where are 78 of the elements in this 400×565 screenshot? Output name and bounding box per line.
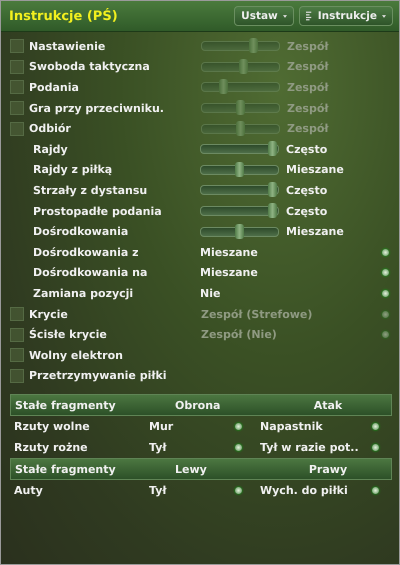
instruction-label: Swoboda taktyczna (29, 60, 151, 74)
caret-icon (282, 14, 287, 18)
instruction-label: Rajdy (33, 142, 69, 156)
column-header: Atak (312, 398, 344, 412)
slider-thumb[interactable] (268, 203, 277, 218)
checkbox[interactable] (10, 348, 24, 362)
slider-value: Często (286, 204, 328, 218)
slider[interactable] (200, 144, 279, 154)
slider-value: Zespół (287, 122, 328, 136)
instruction-label: Prostopadłe podania (33, 204, 163, 218)
slider-thumb[interactable] (234, 162, 244, 177)
dropdown-value[interactable]: Mieszane (200, 266, 382, 280)
dropdown-value[interactable]: Tył (149, 484, 235, 498)
slider[interactable] (200, 226, 279, 237)
dropdown-value[interactable]: Mur (149, 420, 235, 434)
slider[interactable] (201, 103, 280, 114)
slider[interactable] (201, 82, 280, 92)
slider-thumb[interactable] (268, 182, 277, 198)
slider[interactable] (200, 164, 279, 175)
instruction-label: Ścisłe krycie (29, 328, 108, 342)
instruction-label: Nastawienie (29, 40, 106, 53)
table-cell-text: Auty (14, 484, 44, 498)
column-header: Stałe fragmenty (15, 462, 117, 476)
dropdown-value[interactable]: Tył (149, 441, 235, 454)
slider-value: Zespół (287, 80, 328, 94)
caret-icon (382, 14, 386, 18)
dropdown-icon[interactable] (372, 487, 379, 494)
dropdown-icon[interactable] (372, 423, 379, 430)
menu-button[interactable]: Instrukcje (298, 6, 393, 26)
table-cell-text: Rzuty rożne (14, 441, 89, 454)
checkbox[interactable] (10, 368, 24, 383)
instruction-label: Strzały z dystansu (33, 184, 148, 197)
slider-thumb[interactable] (268, 141, 277, 156)
instruction-label: Dośrodkowania na (33, 266, 148, 280)
column-header: Stałe fragmenty (15, 398, 117, 412)
slider[interactable] (201, 41, 280, 52)
dropdown-icon[interactable] (235, 423, 242, 430)
table-cell-text: Rzuty wolne (14, 420, 91, 434)
instruction-label: Gra przy przeciwniku. (29, 102, 165, 115)
slider-value: Mieszane (286, 225, 344, 238)
slider-value: Zespół (287, 60, 328, 74)
dropdown-value[interactable]: Nie (200, 286, 382, 300)
dropdown-value[interactable]: Wych. do piłki (260, 484, 372, 498)
dropdown-value[interactable]: Mieszane (200, 246, 382, 259)
column-header: Prawy (308, 462, 348, 476)
slider[interactable] (201, 124, 280, 134)
dropdown-icon[interactable] (382, 310, 389, 318)
dropdown-icon[interactable] (235, 487, 242, 494)
instruction-label: Rajdy z piłką (33, 163, 114, 176)
dropdown-icon[interactable] (235, 444, 242, 452)
column-header: Obrona (175, 398, 222, 412)
dropdown-value[interactable]: Napastnik (260, 420, 372, 434)
dropdown-icon[interactable] (382, 248, 389, 256)
dropdown-icon[interactable] (372, 444, 379, 452)
instruction-label: Dośrodkowania z (33, 246, 140, 259)
slider[interactable] (200, 206, 279, 216)
dropdown-value[interactable]: Tył w razie pot.. (260, 441, 372, 454)
dropdown-icon[interactable] (382, 331, 389, 338)
slider-value: Zespół (287, 40, 328, 53)
slider-value: Często (286, 142, 328, 156)
dropdown-icon[interactable] (382, 290, 389, 297)
instruction-label: Dośrodkowania (33, 225, 130, 238)
menu-button[interactable]: Ustaw (234, 6, 294, 26)
slider[interactable] (201, 62, 280, 72)
instruction-label: Krycie (29, 308, 69, 321)
slider[interactable] (200, 185, 279, 196)
window-title: Instrukcje (PŚ) (9, 8, 118, 24)
instruction-label: Podania (29, 80, 80, 94)
instruction-label: Odbiór (29, 122, 72, 136)
dropdown-icon[interactable] (382, 269, 389, 276)
instruction-label: Wolny elektron (29, 348, 124, 362)
instruction-label: Zamiana pozycji (33, 286, 134, 300)
slider-value: Mieszane (286, 163, 344, 176)
slider-thumb[interactable] (234, 224, 244, 239)
slider-value: Zespół (287, 102, 328, 115)
instruction-label: Przetrzymywanie piłki (29, 369, 168, 382)
column-header: Lewy (175, 462, 208, 476)
slider-value: Często (286, 184, 328, 197)
